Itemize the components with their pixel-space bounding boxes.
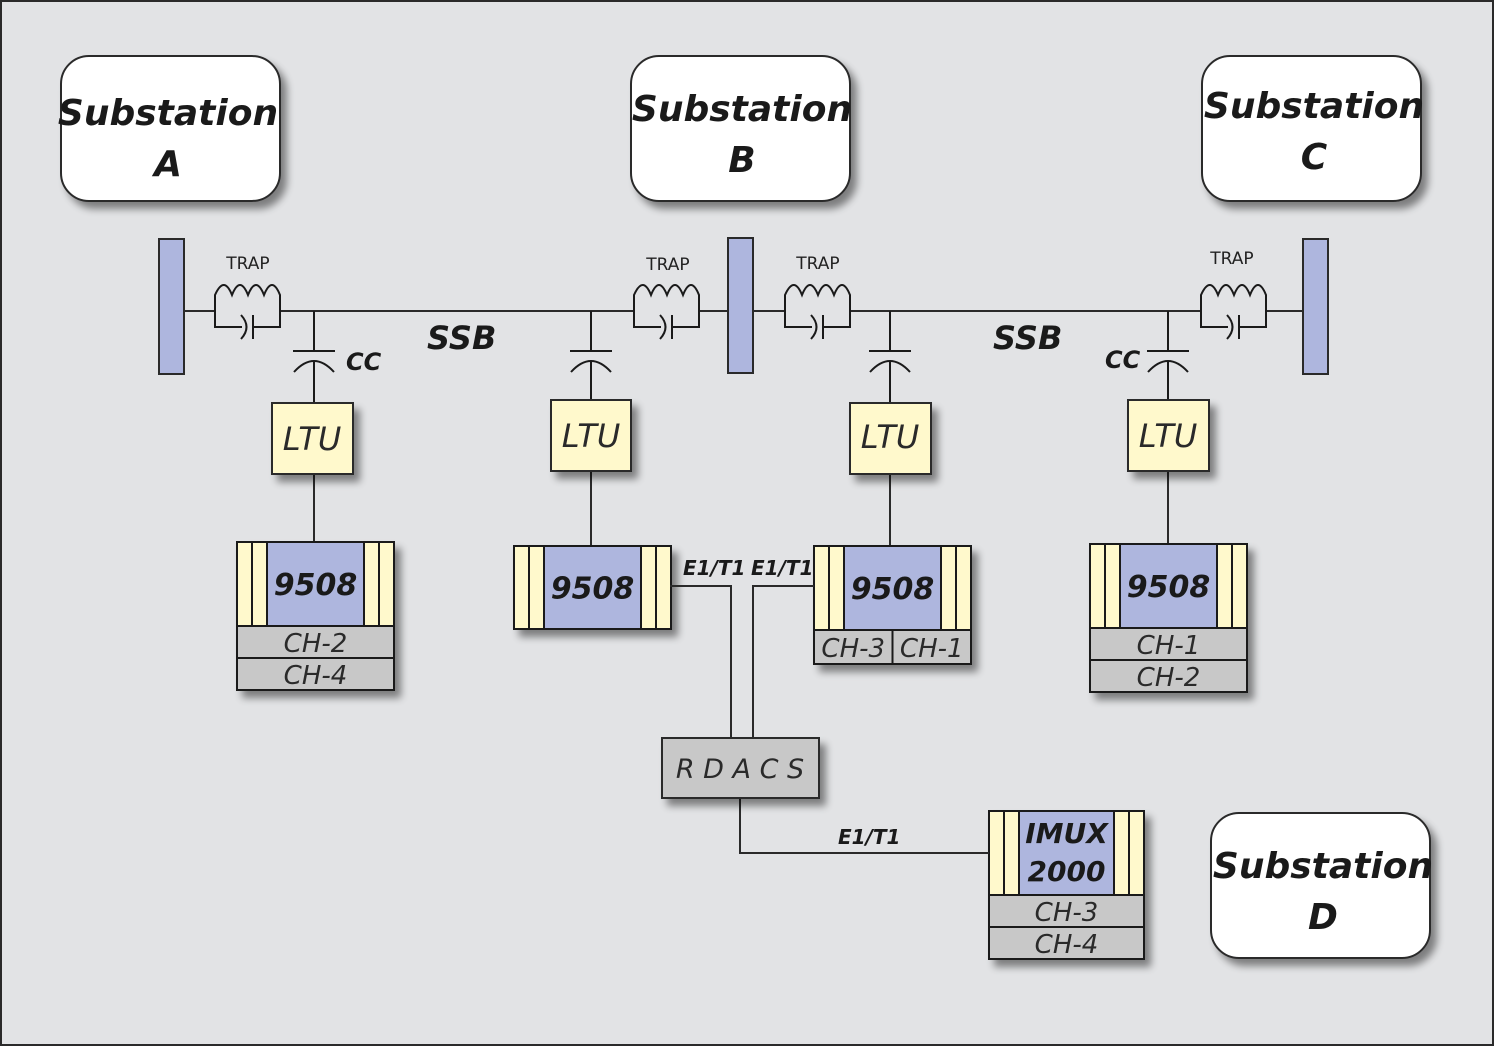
substation-b-label-1: Substation [632,89,852,130]
channel-label: CH-1 [1137,631,1201,661]
trap-label-3: TRAP [795,254,839,274]
channel-label: CH-3 [1035,898,1099,928]
ltu-a-label: LTU [283,420,342,458]
bus-bar-a [158,238,185,375]
imux-2000: IMUX 2000 CH-3CH-4 [988,810,1145,960]
ltu-c-label: LTU [861,418,920,456]
cc-label-left: CC [346,348,382,376]
channel-label: CH-4 [284,661,348,691]
mux-9508-b-label: 9508 [551,572,635,607]
mux-9508-a-label: 9508 [274,568,358,603]
ssb-label-left: SSB [427,319,496,357]
substation-b-label-2: B [728,140,755,181]
rdacs-label: R D A C S [676,754,804,785]
substation-c-label-1: Substation [1204,86,1424,127]
substation-c-label-2: C [1301,137,1328,178]
mux-9508-c-label: 9508 [851,572,935,607]
mux-9508-c: 9508 CH-3 CH-1 [813,545,972,665]
trap-label-4: TRAP [1209,249,1253,269]
mux-9508-d-label: 9508 [1127,570,1211,605]
e1t1-label-right: E1/T1 [751,556,813,580]
e1t1-label-bottom: E1/T1 [838,825,900,849]
cc-label-right: CC [1105,346,1141,374]
substation-a-label-2: A [151,144,182,185]
trap-label-1: TRAP [225,254,269,274]
ltu-b-label: LTU [562,417,621,455]
substation-c [1201,55,1422,202]
trap-label-2: TRAP [645,255,689,275]
channel-label: CH-3 [821,634,885,664]
substation-d-label-2: D [1308,897,1338,938]
mux-9508-a: 9508 CH-2CH-4 [236,541,395,691]
imux-2000-label: IMUX [1025,817,1109,850]
channel-label: CH-4 [1035,930,1099,960]
ssb-label-right: SSB [993,319,1062,357]
diagram-canvas: Substation A Substation B Substation C S… [0,0,1494,1046]
substation-d-label-1: Substation [1213,846,1433,887]
imux-2000-label: 2000 [1028,855,1106,888]
bus-bar-c [1302,238,1329,375]
e1t1-label-left: E1/T1 [683,556,745,580]
channel-label: CH-1 [900,634,964,664]
channel-label: CH-2 [1137,663,1201,693]
bus-bar-b [727,237,754,374]
substation-a-label-1: Substation [58,93,278,134]
channel-label: CH-2 [284,629,348,659]
mux-9508-d: 9508 CH-1CH-2 [1089,543,1248,693]
network-diagram: Substation A Substation B Substation C S… [0,0,1494,1046]
ltu-d-label: LTU [1139,417,1198,455]
mux-9508-b: 9508 [513,545,672,630]
